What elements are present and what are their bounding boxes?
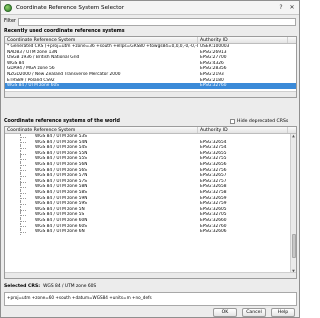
- filter-row: Filter: [4, 17, 296, 26]
- hide-deprecated-checkbox[interactable]: [230, 119, 235, 124]
- cancel-button[interactable]: Cancel: [242, 308, 266, 317]
- crs-selector-window: Coordinate Reference System Selector ? ✕…: [0, 0, 300, 318]
- recent-rows: * Generated CRS (+proj=utm +zone=36 +sou…: [5, 44, 296, 89]
- world-vertical-scrollbar[interactable]: ▲ ▼: [290, 134, 296, 274]
- world-table-header: Coordinate Reference System Authority ID: [5, 127, 296, 134]
- world-col-authority[interactable]: Authority ID: [198, 127, 288, 133]
- world-horizontal-scrollbar[interactable]: [5, 272, 296, 278]
- world-rows: WGS 84 / UTM zone 53S WGS 84 / UTM zone 5…: [5, 134, 296, 235]
- scroll-thumb[interactable]: [291, 234, 296, 258]
- world-crs-table[interactable]: Coordinate Reference System Authority ID…: [4, 126, 297, 279]
- tree-branch-line: [5, 229, 33, 235]
- proj-string-text: +proj=utm +zone=60 +south +datum=WGS84 +…: [7, 295, 152, 300]
- ok-button[interactable]: OK: [213, 308, 237, 317]
- selected-crs-label: Selected CRS:: [4, 283, 41, 289]
- world-crs-heading: Coordinate reference systems of the worl…: [4, 119, 120, 124]
- world-crs-name: WGS 84 / UTM zone 6N: [35, 229, 85, 235]
- close-icon[interactable]: ✕: [288, 4, 296, 11]
- recent-crs-authority-id: EPSG:32760: [200, 83, 227, 89]
- dialog-buttons: OK Cancel Help: [213, 308, 295, 317]
- qgis-globe-icon: [4, 3, 12, 12]
- recent-col-authority[interactable]: Authority ID: [198, 37, 288, 43]
- window-title: Coordinate Reference System Selector: [16, 4, 125, 11]
- recent-crs-heading: Recently used coordinate reference syste…: [4, 29, 125, 34]
- recent-table-header: Coordinate Reference System Authority ID: [5, 37, 296, 44]
- selected-crs-value: WGS 84 / UTM zone 60S: [43, 283, 97, 289]
- world-crs-authority-id: EPSG:32606: [200, 229, 227, 235]
- world-crs-tree-cell: WGS 84 / UTM zone 6N: [5, 229, 198, 235]
- window-controls: ? ✕: [277, 4, 296, 11]
- title-bar: Coordinate Reference System Selector ? ✕: [1, 1, 299, 15]
- recent-horizontal-scrollbar[interactable]: [5, 91, 296, 97]
- world-col-crs[interactable]: Coordinate Reference System: [5, 127, 198, 133]
- proj-string-box: +proj=utm +zone=60 +south +datum=WGS84 +…: [4, 292, 297, 306]
- help-question-icon[interactable]: ?: [277, 4, 285, 11]
- filter-label: Filter: [4, 19, 16, 24]
- hide-deprecated-label: Hide deprecated CRSs: [237, 119, 289, 124]
- recent-crs-name: WGS 84 / UTM zone 60S: [7, 83, 59, 89]
- hide-deprecated-option[interactable]: Hide deprecated CRSs: [230, 119, 288, 124]
- help-button[interactable]: Help: [271, 308, 295, 317]
- recent-col-crs[interactable]: Coordinate Reference System: [5, 37, 198, 43]
- scroll-up-arrow-icon[interactable]: ▲: [291, 134, 296, 139]
- recent-crs-table[interactable]: Coordinate Reference System Authority ID…: [4, 36, 297, 98]
- world-crs-row[interactable]: WGS 84 / UTM zone 6N EPSG:32606: [5, 229, 296, 235]
- filter-input[interactable]: [18, 17, 296, 26]
- selected-crs-row: Selected CRS: WGS 84 / UTM zone 60S: [4, 282, 296, 290]
- recent-crs-row[interactable]: WGS 84 / UTM zone 60S EPSG:32760: [5, 83, 296, 89]
